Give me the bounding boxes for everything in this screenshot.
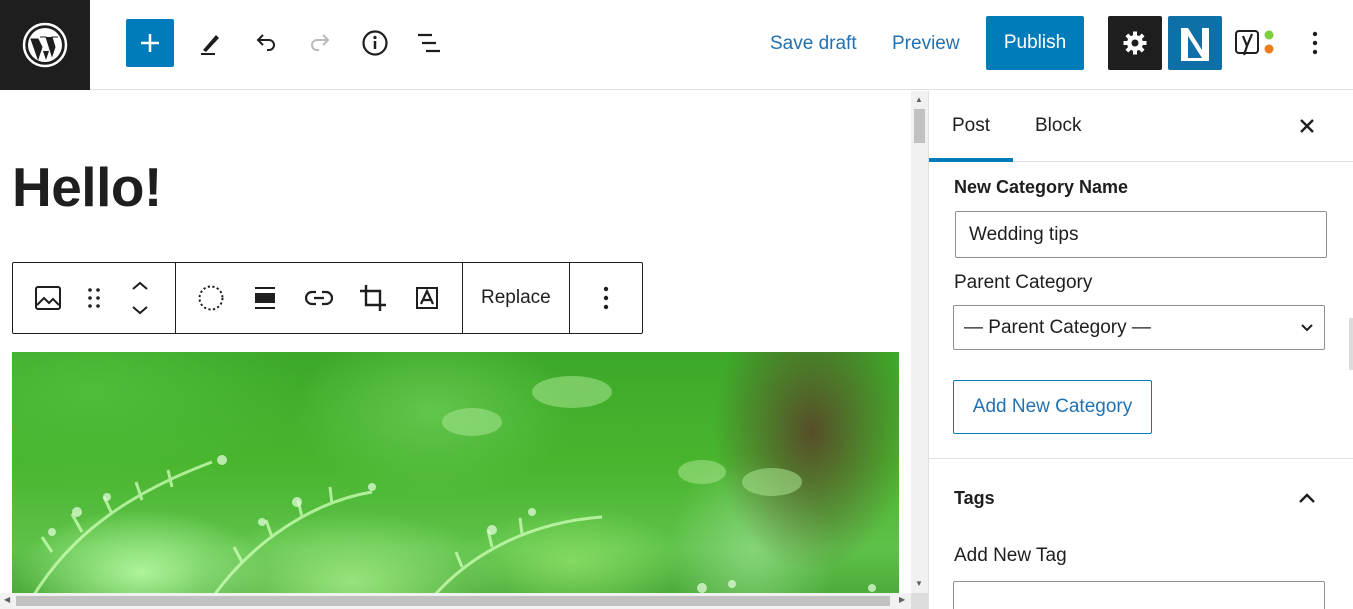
options-button[interactable] xyxy=(1298,22,1332,64)
block-options-group xyxy=(570,263,642,333)
tab-label: Block xyxy=(1035,115,1082,136)
image-block[interactable] xyxy=(12,352,899,598)
move-block-button[interactable] xyxy=(113,263,167,333)
replace-group: Replace xyxy=(463,263,570,333)
yoast-seo-button[interactable] xyxy=(1232,22,1280,64)
tools-button[interactable] xyxy=(187,19,235,67)
crop-button[interactable] xyxy=(346,263,400,333)
align-button[interactable] xyxy=(238,263,292,333)
chevron-down-icon xyxy=(1301,323,1313,331)
preview-button[interactable]: Preview xyxy=(886,26,966,62)
image-icon xyxy=(35,286,61,310)
more-vertical-icon xyxy=(603,286,608,310)
add-new-category-button[interactable]: Add New Category xyxy=(953,380,1152,434)
add-new-tag-label: Add New Tag xyxy=(954,545,1067,566)
chevron-up-icon xyxy=(1299,493,1315,503)
app: Save draft Preview Publish Hello! Replac… xyxy=(0,0,1353,609)
block-options-button[interactable] xyxy=(578,263,634,333)
active-tab-indicator xyxy=(929,158,1013,162)
new-category-name-input[interactable]: Wedding tips xyxy=(955,211,1327,258)
replace-button[interactable]: Replace xyxy=(463,263,569,333)
fern-image xyxy=(30,376,876,598)
gear-icon xyxy=(1123,31,1147,55)
link-button[interactable] xyxy=(292,263,346,333)
n-plugin-icon xyxy=(1181,28,1209,61)
scrollbar-thumb[interactable] xyxy=(914,109,925,143)
editor-horizontal-scrollbar[interactable]: ◀ ▶ xyxy=(0,593,911,609)
drag-handle-icon xyxy=(88,288,100,308)
plus-icon xyxy=(141,34,159,52)
editor-canvas: Hello! Replace xyxy=(0,91,911,609)
tags-panel-toggle[interactable] xyxy=(1291,484,1323,512)
move-up-down-icon xyxy=(132,281,148,315)
crop-icon xyxy=(360,285,386,311)
circle-dotted-icon xyxy=(198,285,224,311)
add-block-button[interactable] xyxy=(126,19,174,67)
settings-button[interactable] xyxy=(1108,16,1162,70)
undo-icon xyxy=(256,34,275,51)
text-overlay-icon xyxy=(416,287,438,309)
sidebar-tabs: Post Block xyxy=(929,91,1353,162)
block-toolbar: Replace xyxy=(12,262,643,334)
undo-button[interactable] xyxy=(242,19,290,67)
drag-handle-button[interactable] xyxy=(75,263,113,333)
wordpress-logo-button[interactable] xyxy=(0,0,90,90)
tab-post[interactable]: Post xyxy=(929,91,1013,162)
scrollbar-corner xyxy=(911,593,928,609)
panel-divider xyxy=(929,458,1353,459)
editor-header: Save draft Preview Publish xyxy=(0,0,1353,90)
save-draft-button[interactable]: Save draft xyxy=(764,26,863,62)
close-icon xyxy=(1300,119,1314,133)
parent-category-select[interactable]: — Parent Category — xyxy=(953,305,1325,350)
duotone-button[interactable] xyxy=(184,263,238,333)
details-button[interactable] xyxy=(351,19,399,67)
tab-block[interactable]: Block xyxy=(1035,91,1081,161)
tab-label: Post xyxy=(951,115,991,136)
link-icon xyxy=(305,290,333,306)
settings-sidebar: Post Block New Category Name Wedding tip… xyxy=(928,91,1353,609)
redo-button[interactable] xyxy=(296,19,344,67)
align-icon xyxy=(255,287,275,309)
block-switcher-group xyxy=(13,263,176,333)
sidebar-scrollbar-thumb[interactable] xyxy=(1349,318,1353,370)
list-view-button[interactable] xyxy=(405,19,453,67)
publish-button[interactable]: Publish xyxy=(986,16,1084,70)
add-new-tag-input[interactable] xyxy=(953,581,1325,609)
scroll-left-arrow-icon[interactable]: ◀ xyxy=(4,595,10,604)
scroll-right-arrow-icon[interactable]: ▶ xyxy=(899,595,905,604)
n-plugin-button[interactable] xyxy=(1168,16,1222,70)
scrollbar-thumb[interactable] xyxy=(16,596,890,606)
wordpress-logo-icon xyxy=(22,22,68,68)
info-icon xyxy=(362,30,388,56)
new-category-name-label: New Category Name xyxy=(954,177,1129,197)
yoast-icon xyxy=(1235,30,1274,56)
parent-category-selected-value: — Parent Category — xyxy=(964,316,1151,338)
image-tools-group xyxy=(176,263,463,333)
more-vertical-icon xyxy=(1312,31,1318,55)
list-view-icon xyxy=(418,33,440,53)
scroll-down-arrow-icon[interactable]: ▼ xyxy=(915,579,923,588)
scroll-up-arrow-icon[interactable]: ▲ xyxy=(915,95,923,104)
post-title[interactable]: Hello! xyxy=(12,155,162,219)
editor-vertical-scrollbar[interactable]: ▲ ▼ xyxy=(911,91,928,593)
text-overlay-button[interactable] xyxy=(400,263,454,333)
redo-icon xyxy=(311,34,330,51)
tags-panel-heading[interactable]: Tags xyxy=(954,488,995,509)
parent-category-label: Parent Category xyxy=(954,272,1093,293)
block-type-button[interactable] xyxy=(21,263,75,333)
pencil-icon xyxy=(201,35,219,55)
close-sidebar-button[interactable] xyxy=(1291,110,1323,142)
